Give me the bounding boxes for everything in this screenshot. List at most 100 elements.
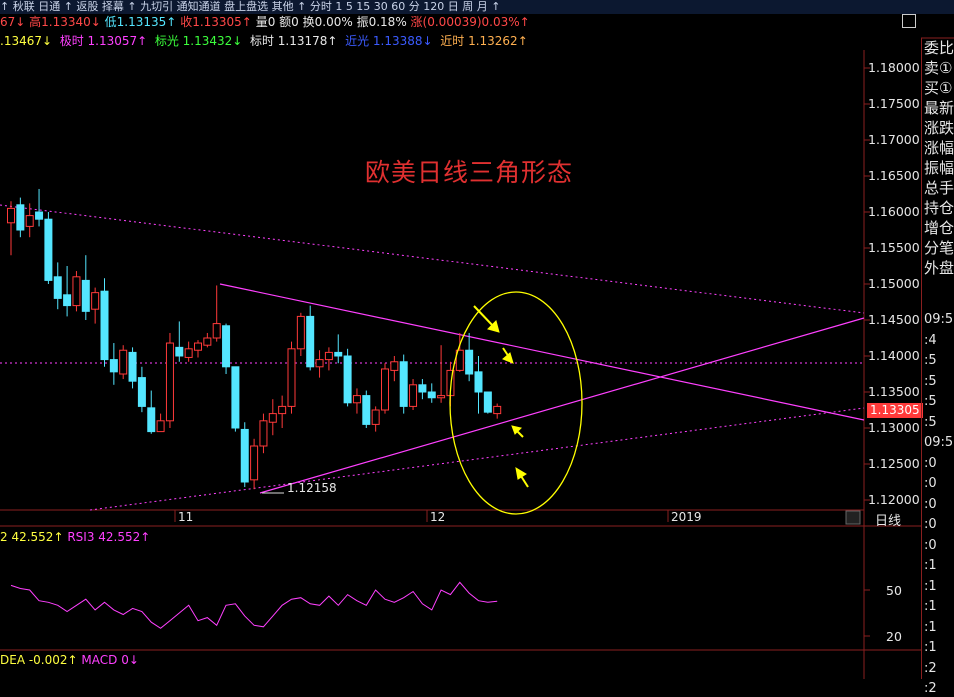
candle-body xyxy=(334,351,343,357)
candle-body xyxy=(259,420,268,447)
price-axis-label: 1.14000 xyxy=(868,348,920,363)
x-label-11: 11 xyxy=(178,510,194,524)
candle-body xyxy=(371,409,380,425)
current-price-badge: 1.13305 xyxy=(867,403,923,418)
lower-dotted-trendline xyxy=(89,407,865,511)
price-axis-label: 1.17500 xyxy=(868,96,920,111)
arrow-3 xyxy=(516,430,524,438)
right-panel-label: 振幅 xyxy=(924,159,954,177)
right-panel-label: 涨幅 xyxy=(924,139,954,157)
candle-body xyxy=(427,391,436,399)
price-axis-label: 1.18000 xyxy=(868,60,920,75)
candle-body xyxy=(222,325,231,368)
arrow-4 xyxy=(520,475,529,488)
right-panel-label: 委比 xyxy=(924,39,954,57)
right-panel-time: :5 xyxy=(924,373,937,389)
right-panel-time: :0 xyxy=(924,517,937,532)
candle-body xyxy=(483,391,492,413)
candle-body xyxy=(119,349,128,375)
right-panel-time: :5 xyxy=(924,353,937,368)
lower-triangle-trendline xyxy=(259,317,865,494)
annotation-arrows xyxy=(473,305,529,488)
macd-value: MACD 0↓ xyxy=(81,653,139,667)
right-panel-time: :5 xyxy=(924,414,937,430)
right-panel-time: :1 xyxy=(924,599,937,614)
right-panel-time: :1 xyxy=(924,619,937,635)
right-panel-time: 09:5 xyxy=(924,435,954,450)
candle-body xyxy=(474,371,483,393)
rsi-header: 2 42.552↑ RSI3 42.552↑ xyxy=(0,530,150,544)
right-panel-time: :0 xyxy=(924,455,937,471)
right-panel-time: :2 xyxy=(924,681,937,696)
price-axis-label: 1.15000 xyxy=(868,276,920,291)
right-panel-time: :1 xyxy=(924,578,937,594)
highlight-ellipse xyxy=(449,291,583,515)
period-button[interactable]: 日线 xyxy=(875,510,901,529)
candle-body xyxy=(399,361,408,407)
rsi-axis-50: 50 xyxy=(886,583,902,598)
candle-body xyxy=(147,407,156,433)
right-panel-label: 增仓 xyxy=(924,219,954,237)
right-panel-label: 外盘 xyxy=(924,259,954,277)
candle-body xyxy=(203,337,212,346)
candle-body xyxy=(35,211,44,220)
candle-body xyxy=(296,315,305,350)
candle-body xyxy=(212,323,221,339)
chart-canvas[interactable] xyxy=(0,0,954,679)
price-axis-label: 1.13500 xyxy=(868,384,920,399)
right-panel-time: :0 xyxy=(924,476,937,491)
candle-body xyxy=(231,366,240,429)
candle-body xyxy=(352,395,361,404)
upper-triangle-trendline xyxy=(219,283,865,421)
candle-body xyxy=(493,405,502,415)
candle-body xyxy=(165,342,174,422)
x-label-12: 12 xyxy=(430,510,446,524)
candle-body xyxy=(437,395,446,399)
price-axis-label: 1.13000 xyxy=(868,420,920,435)
candle-body xyxy=(16,204,25,231)
price-axis-label: 1.17000 xyxy=(868,132,920,147)
candle-body xyxy=(100,290,109,361)
candle-body xyxy=(25,215,34,227)
price-axis-label: 1.12500 xyxy=(868,456,920,471)
rsi3-value: RSI3 42.552↑ xyxy=(67,530,151,544)
candle-body xyxy=(324,351,333,361)
chart-title: 欧美日线三角形态 xyxy=(365,158,574,187)
macd-header: DEA -0.002↑ MACD 0↓ xyxy=(0,653,139,667)
right-panel-label: 分笔 xyxy=(924,239,954,257)
candle-body xyxy=(306,315,315,368)
price-axis-label: 1.14500 xyxy=(868,312,920,327)
candle-body xyxy=(250,445,259,481)
candle-body xyxy=(81,279,90,312)
price-axis-label: 1.12000 xyxy=(868,492,920,507)
x-label-2019: 2019 xyxy=(671,510,702,524)
right-panel-label: 涨跌 xyxy=(924,119,954,137)
right-panel-label: 最新 xyxy=(924,99,954,117)
candle-body xyxy=(184,348,193,358)
right-panel-time: :0 xyxy=(924,537,937,553)
candle-body xyxy=(194,342,202,351)
candle-body xyxy=(53,276,62,299)
candle-body xyxy=(137,377,146,407)
candle-body xyxy=(465,349,474,375)
right-panel-time: :2 xyxy=(924,660,937,676)
rsi-prev-value: 2 42.552↑ xyxy=(0,530,64,544)
right-panel-time: :0 xyxy=(924,496,937,512)
right-panel-time: :4 xyxy=(924,332,937,348)
candle-body xyxy=(287,348,296,407)
arrow-4-head xyxy=(515,467,527,480)
candle-body xyxy=(63,294,72,307)
candle-body xyxy=(109,359,118,373)
right-panel-time: :1 xyxy=(924,558,937,573)
rsi-line xyxy=(10,581,498,629)
scroll-button[interactable] xyxy=(845,510,861,525)
arrow-2-head xyxy=(502,352,514,364)
candle-body xyxy=(156,420,165,433)
dea-value: DEA -0.002↑ xyxy=(0,653,78,667)
price-axis-label: 1.15500 xyxy=(868,240,920,255)
arrow-1 xyxy=(473,305,495,328)
price-axis-label: 1.16500 xyxy=(868,168,920,183)
right-panel-label: 持仓 xyxy=(924,199,954,217)
candle-body xyxy=(72,276,81,307)
low-price-label: 1.12158 xyxy=(287,481,337,495)
